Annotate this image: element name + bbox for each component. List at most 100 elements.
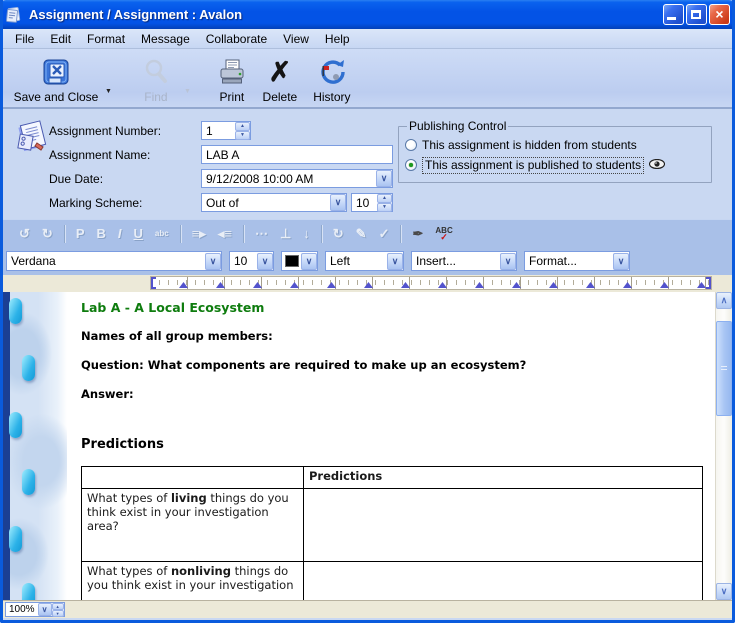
- document-editor[interactable]: Lab A - A Local Ecosystem Names of all g…: [3, 292, 732, 600]
- insert-dropdown[interactable]: Insert... ∨: [411, 251, 517, 271]
- table-answer-cell[interactable]: [304, 489, 703, 562]
- find-label: Find: [144, 90, 167, 104]
- spellcheck-icon[interactable]: ABC ✓: [429, 227, 458, 241]
- alignment-dropdown[interactable]: Left ∨: [325, 251, 404, 271]
- marking-scheme-arrow-icon[interactable]: ∨: [330, 194, 346, 211]
- space-after-icon[interactable]: ⊥: [274, 226, 297, 242]
- number-down-icon[interactable]: ▼: [235, 131, 250, 140]
- find-menu-caret-icon[interactable]: ▼: [180, 88, 195, 95]
- table-question-cell[interactable]: What types of nonliving things do you th…: [82, 562, 304, 601]
- space-before-icon[interactable]: ⋯: [249, 226, 274, 242]
- font-family-arrow-icon[interactable]: ∨: [205, 253, 221, 270]
- underline-icon[interactable]: U: [128, 226, 149, 241]
- undo-icon[interactable]: ↺: [13, 226, 36, 242]
- strikethrough-icon[interactable]: abc: [149, 229, 175, 238]
- format-dropdown[interactable]: Format... ∨: [524, 251, 630, 271]
- due-date-arrow-icon[interactable]: ∨: [376, 170, 392, 187]
- table-header-empty-cell[interactable]: [82, 467, 304, 489]
- indent-icon[interactable]: ≡▸: [186, 226, 212, 242]
- table-answer-cell[interactable]: [304, 562, 703, 601]
- due-date-label: Due Date:: [49, 172, 201, 186]
- approve-check-icon[interactable]: ✓: [373, 226, 396, 242]
- menu-collaborate[interactable]: Collaborate: [198, 30, 275, 48]
- main-toolbar: Save and Close ▼ Find ▼: [3, 49, 732, 109]
- close-button[interactable]: ×: [709, 4, 730, 25]
- font-size-arrow-icon[interactable]: ∨: [257, 253, 273, 270]
- left-indent-marker[interactable]: [151, 277, 156, 289]
- font-color-arrow-icon[interactable]: ∨: [301, 253, 317, 270]
- save-menu-caret-icon[interactable]: ▼: [101, 88, 116, 95]
- menu-edit[interactable]: Edit: [42, 30, 79, 48]
- hidden-radio[interactable]: [405, 139, 417, 151]
- hidden-option-row[interactable]: This assignment is hidden from students: [405, 135, 705, 155]
- zoom-dropdown-icon[interactable]: ∨: [38, 603, 52, 616]
- italic-icon[interactable]: I: [112, 226, 128, 241]
- delete-button[interactable]: ✗ Delete: [255, 49, 305, 107]
- title-bar: Assignment / Assignment : Avalon ×: [0, 0, 735, 29]
- window-title: Assignment / Assignment : Avalon: [29, 7, 663, 22]
- menu-view[interactable]: View: [275, 30, 317, 48]
- document-paragraph: Names of all group members:: [81, 329, 715, 343]
- alignment-value: Left: [326, 254, 387, 268]
- save-and-close-button[interactable]: Save and Close: [11, 49, 101, 107]
- notebook-spine: [3, 292, 10, 600]
- find-button[interactable]: Find: [132, 49, 180, 107]
- bold-icon[interactable]: B: [90, 226, 111, 241]
- redo-icon[interactable]: ↻: [36, 226, 59, 242]
- assignment-pad-icon: [13, 119, 51, 160]
- marking-scheme-dropdown[interactable]: Out of ∨: [201, 193, 347, 212]
- published-radio-label: This assignment is published to students: [422, 157, 644, 174]
- publishing-control-legend: Publishing Control: [407, 119, 508, 133]
- outdent-icon[interactable]: ◂≡: [212, 226, 238, 242]
- number-up-icon[interactable]: ▲: [235, 122, 250, 131]
- scroll-up-icon[interactable]: ∧: [716, 292, 732, 309]
- minimize-button[interactable]: [663, 4, 684, 25]
- alignment-arrow-icon[interactable]: ∨: [387, 253, 403, 270]
- delete-icon: ✗: [269, 56, 292, 88]
- formatting-toolbar: ↺ ↻ P B I U abc ≡▸ ◂≡ ⋯ ⊥ ↓ ↻ ✎ ✓ ✒ ABC …: [3, 219, 732, 247]
- vertical-scrollbar[interactable]: ∧ ∨: [715, 292, 732, 600]
- zoom-up-icon[interactable]: ▲: [52, 603, 64, 610]
- menu-message[interactable]: Message: [133, 30, 198, 48]
- menu-help[interactable]: Help: [317, 30, 358, 48]
- table-question-cell[interactable]: What types of living things do you think…: [82, 489, 304, 562]
- assignment-number-stepper[interactable]: 1 ▲▼: [201, 121, 251, 140]
- scrollbar-track[interactable]: [716, 416, 732, 583]
- publishing-control-group: Publishing Control This assignment is hi…: [398, 119, 712, 183]
- points-up-icon[interactable]: ▲: [377, 194, 392, 203]
- menu-format[interactable]: Format: [79, 30, 133, 48]
- right-indent-marker[interactable]: [706, 277, 711, 289]
- published-option-row[interactable]: This assignment is published to students: [405, 155, 705, 175]
- history-button[interactable]: History: [305, 49, 359, 107]
- marking-points-stepper[interactable]: 10 ▲▼: [351, 193, 393, 212]
- zoom-down-icon[interactable]: ▼: [52, 610, 64, 617]
- document-page[interactable]: Lab A - A Local Ecosystem Names of all g…: [67, 292, 715, 600]
- table-header-predictions-cell[interactable]: Predictions: [304, 467, 703, 489]
- print-label: Print: [220, 90, 245, 104]
- assignment-name-field[interactable]: LAB A: [201, 145, 393, 164]
- published-radio[interactable]: [405, 159, 417, 171]
- revert-icon[interactable]: ↻: [327, 226, 350, 242]
- insert-value: Insert...: [412, 254, 500, 268]
- zoom-control[interactable]: 100% ∨ ▲▼: [5, 602, 65, 617]
- points-down-icon[interactable]: ▼: [377, 203, 392, 212]
- menu-file[interactable]: File: [7, 30, 42, 48]
- print-button[interactable]: Print: [209, 49, 255, 107]
- scroll-down-icon[interactable]: ∨: [716, 583, 732, 600]
- plain-icon[interactable]: P: [70, 226, 91, 241]
- font-color-dropdown[interactable]: ∨: [281, 251, 318, 271]
- format-arrow-icon[interactable]: ∨: [613, 253, 629, 270]
- font-family-dropdown[interactable]: Verdana ∨: [6, 251, 222, 271]
- marking-points-value: 10: [352, 196, 377, 210]
- font-size-dropdown[interactable]: 10 ∨: [229, 251, 274, 271]
- signature-icon[interactable]: ✒: [406, 226, 429, 242]
- maximize-button[interactable]: [686, 4, 707, 25]
- menu-bar: File Edit Format Message Collaborate Vie…: [3, 29, 732, 49]
- edit-pencil-icon[interactable]: ✎: [350, 226, 373, 242]
- due-date-dropdown[interactable]: 9/12/2008 10:00 AM ∨: [201, 169, 393, 188]
- insert-arrow-icon[interactable]: ∨: [500, 253, 516, 270]
- marking-scheme-label: Marking Scheme:: [49, 196, 201, 210]
- move-down-icon[interactable]: ↓: [297, 226, 316, 241]
- scrollbar-thumb[interactable]: [716, 321, 732, 416]
- history-label: History: [313, 90, 350, 104]
